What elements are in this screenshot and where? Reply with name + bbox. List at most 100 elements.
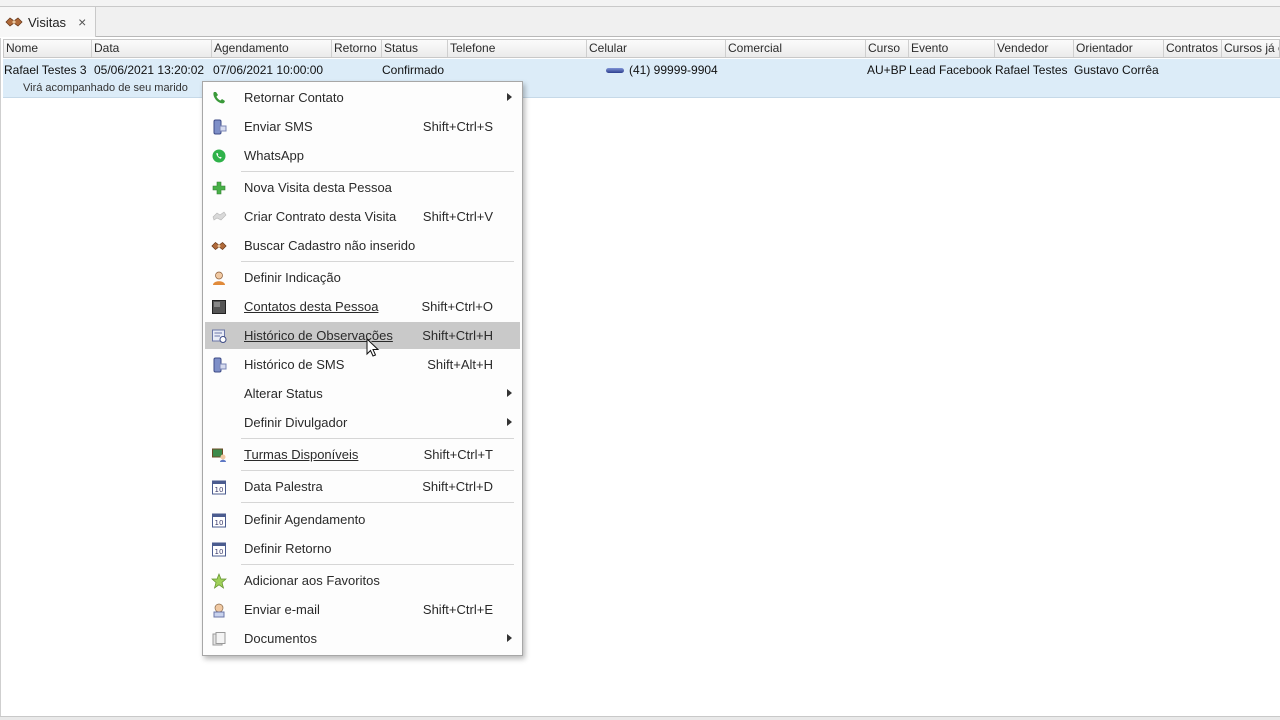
- contacts-icon: [211, 299, 227, 315]
- menu-item-shortcut: Shift+Ctrl+T: [423, 447, 493, 462]
- cell-vendedor: Rafael Testes: [995, 63, 1068, 77]
- menu-item-label: Enviar SMS: [244, 119, 313, 134]
- menu-item-historico-observacoes[interactable]: Histórico de Observações Shift+Ctrl+H: [205, 322, 520, 349]
- menu-item-label: Definir Divulgador: [244, 415, 348, 430]
- col-header-comercial[interactable]: Comercial: [726, 40, 866, 57]
- col-header-retorno[interactable]: Retorno: [332, 40, 382, 57]
- menu-item-label: Definir Retorno: [244, 541, 332, 556]
- menu-item-label: Criar Contrato desta Visita: [244, 209, 397, 224]
- cell-celular: (41) 99999-9904: [606, 62, 731, 78]
- row-preview-text: Virá acompanhado de seu marido: [23, 82, 188, 94]
- menu-item-label: Definir Indicação: [244, 270, 341, 285]
- cell-telefone: [449, 62, 585, 78]
- menu-item-definir-retorno[interactable]: 10 Definir Retorno: [205, 535, 520, 562]
- calendar-icon: 10: [211, 512, 227, 528]
- cell-evento: Lead Facebook: [909, 63, 992, 77]
- menu-item-turmas-disponiveis[interactable]: Turmas Disponíveis Shift+Ctrl+T: [205, 441, 520, 468]
- col-header-telefone[interactable]: Telefone: [448, 40, 587, 57]
- email-icon: [211, 602, 227, 618]
- classes-icon: [211, 447, 227, 463]
- contract-icon: [211, 209, 227, 225]
- col-header-cursos-ja[interactable]: Cursos já c: [1222, 40, 1279, 57]
- add-icon: [211, 180, 227, 196]
- menu-item-label: Definir Agendamento: [244, 512, 366, 527]
- context-menu: Retornar Contato Enviar SMS Shift+Ctrl+S…: [202, 81, 523, 656]
- svg-text:10: 10: [215, 548, 224, 556]
- col-header-contratos[interactable]: Contratos: [1164, 40, 1222, 57]
- menu-item-label: Alterar Status: [244, 386, 323, 401]
- menu-item-historico-sms[interactable]: Histórico de SMS Shift+Alt+H: [205, 351, 520, 378]
- menu-item-label: WhatsApp: [244, 148, 304, 163]
- cell-status: Confirmado: [382, 63, 445, 77]
- col-header-celular[interactable]: Celular: [587, 40, 726, 57]
- menu-item-definir-divulgador[interactable]: Definir Divulgador: [205, 409, 520, 436]
- menu-item-shortcut: Shift+Ctrl+O: [421, 299, 493, 314]
- menu-item-label: Retornar Contato: [244, 90, 344, 105]
- tab-bar: Visitas ×: [0, 7, 1280, 37]
- cell-retorno: [333, 62, 381, 78]
- cell-data: 05/06/2021 13:20:02: [94, 63, 205, 77]
- sms-icon: [211, 119, 227, 135]
- col-header-status[interactable]: Status: [382, 40, 448, 57]
- submenu-arrow-icon: [507, 418, 512, 426]
- col-header-evento[interactable]: Evento: [909, 40, 995, 57]
- col-header-agendamento[interactable]: Agendamento: [212, 40, 332, 57]
- menu-item-definir-agendamento[interactable]: 10 Definir Agendamento: [205, 506, 520, 533]
- menu-item-shortcut: Shift+Alt+H: [427, 357, 493, 372]
- menu-item-shortcut: Shift+Ctrl+V: [422, 209, 493, 224]
- tab-label: Visitas: [28, 14, 67, 30]
- menu-separator: [241, 470, 514, 471]
- menu-item-alterar-status[interactable]: Alterar Status: [205, 380, 520, 407]
- menu-item-definir-indicacao[interactable]: Definir Indicação: [205, 264, 520, 291]
- menu-item-criar-contrato[interactable]: Criar Contrato desta Visita Shift+Ctrl+V: [205, 203, 520, 230]
- cell-cursos-ja: [1222, 62, 1278, 78]
- menu-item-enviar-email[interactable]: Enviar e-mail Shift+Ctrl+E: [205, 596, 520, 623]
- menu-item-data-palestra[interactable]: 10 Data Palestra Shift+Ctrl+D: [205, 473, 520, 500]
- handshake-icon: [5, 17, 23, 27]
- work-area: [0, 38, 1280, 716]
- col-header-curso[interactable]: Curso: [866, 40, 909, 57]
- cell-orientador: Gustavo Corrêa: [1074, 63, 1159, 77]
- col-header-nome[interactable]: Nome: [4, 40, 92, 57]
- cell-curso: AU+BP: [867, 63, 907, 77]
- menu-item-contatos-pessoa[interactable]: Contatos desta Pessoa Shift+Ctrl+O: [205, 293, 520, 320]
- phone-icon: [211, 90, 227, 106]
- mouse-cursor-icon: [366, 338, 380, 357]
- menu-item-label: Buscar Cadastro não inserido: [244, 238, 416, 253]
- menu-item-label: Histórico de SMS: [244, 357, 345, 372]
- menu-item-label: Contatos desta Pessoa: [244, 299, 379, 314]
- status-bar: [0, 716, 1280, 720]
- menu-item-shortcut: Shift+Ctrl+S: [422, 119, 493, 134]
- grid-header: Nome Data Agendamento Retorno Status Tel…: [3, 39, 1280, 58]
- menu-item-enviar-sms[interactable]: Enviar SMS Shift+Ctrl+S: [205, 113, 520, 140]
- menu-item-buscar-cadastro[interactable]: Buscar Cadastro não inserido: [205, 232, 520, 259]
- menu-item-documentos[interactable]: Documentos: [205, 625, 520, 652]
- menu-item-retornar-contato[interactable]: Retornar Contato: [205, 84, 520, 111]
- menu-item-whatsapp[interactable]: WhatsApp: [205, 142, 520, 169]
- menu-separator: [241, 261, 514, 262]
- col-header-data[interactable]: Data: [92, 40, 212, 57]
- table-row[interactable]: Rafael Testes 3 05/06/2021 13:20:02 07/0…: [3, 59, 1280, 98]
- handshake-icon: [211, 238, 227, 254]
- menu-item-shortcut: Shift+Ctrl+D: [422, 479, 493, 494]
- menu-item-label: Turmas Disponíveis: [244, 447, 359, 462]
- cell-agendamento: 07/06/2021 10:00:00: [213, 63, 324, 77]
- tab-visitas[interactable]: Visitas ×: [0, 7, 96, 37]
- documents-icon: [211, 631, 227, 647]
- col-header-vendedor[interactable]: Vendedor: [995, 40, 1074, 57]
- cell-celular-text: (41) 99999-9904: [629, 63, 718, 77]
- close-icon[interactable]: ×: [78, 14, 86, 30]
- calendar-icon: 10: [211, 541, 227, 557]
- menu-item-adicionar-favoritos[interactable]: Adicionar aos Favoritos: [205, 567, 520, 594]
- svg-text:10: 10: [215, 486, 224, 494]
- col-header-orientador[interactable]: Orientador: [1074, 40, 1164, 57]
- menu-item-label: Nova Visita desta Pessoa: [244, 180, 392, 195]
- svg-text:10: 10: [215, 519, 224, 527]
- sms-history-icon: [211, 357, 227, 373]
- menu-separator: [241, 438, 514, 439]
- menu-separator: [241, 564, 514, 565]
- menu-item-label: Data Palestra: [244, 479, 323, 494]
- menu-item-nova-visita[interactable]: Nova Visita desta Pessoa: [205, 174, 520, 201]
- star-icon: [211, 573, 227, 589]
- menu-separator: [241, 502, 514, 503]
